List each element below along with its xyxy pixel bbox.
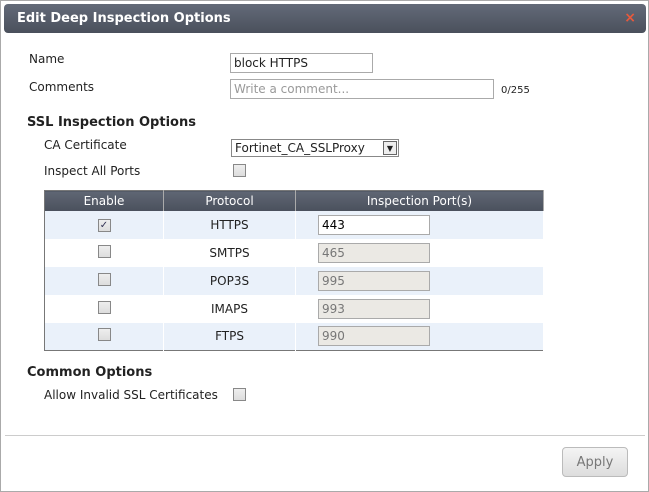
table-row: FTPS: [44, 322, 544, 351]
port-cell: [295, 238, 544, 267]
protocol-cell: FTPS: [163, 322, 296, 351]
dialog-title-bar: Edit Deep Inspection Options ×: [4, 4, 646, 33]
name-input[interactable]: [230, 53, 373, 73]
ca-certificate-select[interactable]: Fortinet_CA_SSLProxy ▼: [231, 139, 399, 157]
protocol-cell: POP3S: [163, 266, 296, 295]
enable-cell: [44, 294, 164, 323]
port-input[interactable]: [318, 214, 430, 235]
ca-certificate-value: Fortinet_CA_SSLProxy: [235, 141, 365, 155]
table-row: POP3S: [44, 266, 544, 295]
column-header-ports: Inspection Port(s): [295, 190, 544, 211]
dialog-title: Edit Deep Inspection Options: [17, 11, 231, 26]
enable-checkbox[interactable]: [97, 328, 111, 342]
port-cell: [295, 294, 544, 323]
enable-checkbox[interactable]: [97, 244, 111, 258]
port-cell: [295, 266, 544, 295]
inspect-all-ports-label: Inspect All Ports: [44, 164, 141, 178]
port-input[interactable]: [318, 270, 430, 291]
enable-cell: [44, 322, 164, 351]
enable-checkbox[interactable]: [97, 300, 111, 314]
apply-button[interactable]: Apply: [562, 447, 628, 477]
table-row: SMTPS: [44, 238, 544, 267]
protocol-cell: IMAPS: [163, 294, 296, 323]
port-cell: [295, 322, 544, 351]
column-header-enable: Enable: [44, 190, 164, 211]
allow-invalid-ssl-checkbox[interactable]: [233, 388, 246, 401]
common-options-heading: Common Options: [27, 365, 153, 380]
close-icon[interactable]: ×: [624, 10, 636, 26]
chevron-down-icon: ▼: [383, 141, 397, 155]
port-cell: [295, 210, 544, 239]
port-input[interactable]: [318, 298, 430, 319]
protocol-cell: SMTPS: [163, 238, 296, 267]
protocol-ports-table: Enable Protocol Inspection Port(s) ✓ HTT…: [44, 190, 544, 351]
port-input[interactable]: [318, 326, 430, 347]
inspect-all-ports-checkbox[interactable]: [233, 164, 246, 177]
table-row: ✓ HTTPS: [44, 210, 544, 239]
comments-counter: 0/255: [501, 85, 530, 96]
enable-cell: [44, 266, 164, 295]
enable-checkbox[interactable]: [97, 272, 111, 286]
protocol-cell: HTTPS: [163, 210, 296, 239]
enable-cell: [44, 238, 164, 267]
column-header-protocol: Protocol: [163, 190, 296, 211]
ca-certificate-label: CA Certificate: [44, 138, 127, 152]
table-row: IMAPS: [44, 294, 544, 323]
ssl-options-heading: SSL Inspection Options: [27, 115, 196, 130]
comments-input[interactable]: [230, 79, 494, 99]
enable-checkbox[interactable]: ✓: [97, 219, 111, 232]
comments-label: Comments: [29, 80, 95, 94]
footer-divider: [5, 435, 645, 436]
name-label: Name: [29, 52, 65, 66]
enable-cell: ✓: [44, 210, 164, 239]
port-input[interactable]: [318, 242, 430, 263]
edit-deep-inspection-dialog: Edit Deep Inspection Options × Name Comm…: [0, 0, 649, 492]
allow-invalid-ssl-label: Allow Invalid SSL Certificates: [44, 388, 218, 402]
